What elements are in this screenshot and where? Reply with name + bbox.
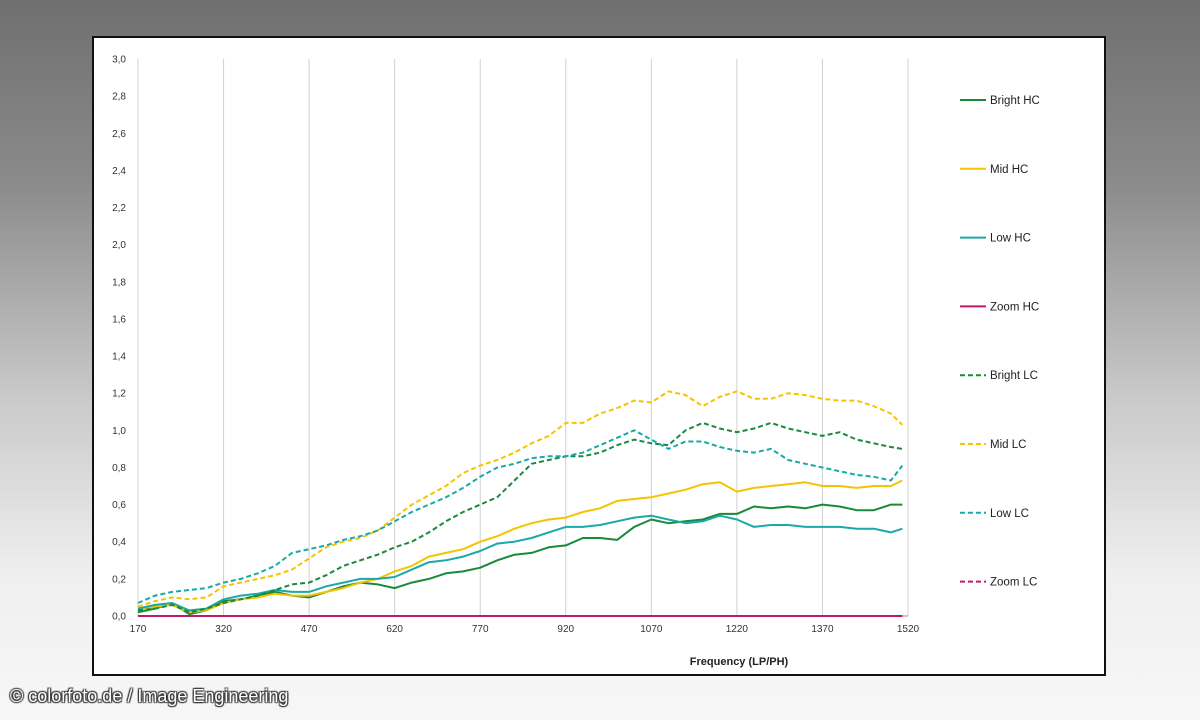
y-tick-label: 2,4 [112,166,126,177]
x-tick-label: 920 [557,624,574,635]
y-tick-label: 2,8 [112,92,126,103]
x-tick-label: 770 [472,624,489,635]
y-tick-label: 1,0 [112,426,126,437]
y-tick-label: 1,2 [112,389,126,400]
x-tick-label: 1070 [640,624,663,635]
image-credit: © colorfoto.de / Image Engineering [10,686,289,706]
y-tick-label: 0,6 [112,500,126,511]
series-line-bright-lc [137,421,903,614]
line-chart: 0,0 0,2 0,4 0,6 0,8 1,0 1,2 1,4 1,6 1,8 2,0 2,2 2,4 2… [112,55,1040,669]
legend-item: Zoom HC [960,301,1039,313]
x-tick-label: 620 [386,624,403,635]
y-tick-label: 3,0 [112,55,126,66]
y-tick-label: 0,8 [112,463,126,474]
y-tick-label: 0,4 [112,537,126,548]
x-tick-label: 470 [301,624,318,635]
y-tick-label: 1,8 [112,277,126,288]
x-axis-label: Frequency (LP/PH) [690,656,789,668]
legend-item: Mid LC [960,439,1026,451]
y-tick-label: 0,0 [112,612,126,623]
legend-label: Zoom LC [990,577,1037,589]
legend-item: Low HC [960,233,1031,245]
y-tick-label: 1,4 [112,352,126,363]
legend-label: Bright HC [990,95,1040,107]
legend-item: Low LC [960,508,1029,520]
legend-item: Bright LC [960,370,1038,382]
legend-item: Zoom LC [960,577,1037,589]
x-tick-label: 1520 [897,624,920,635]
legend-label: Low LC [990,508,1029,520]
x-tick-label: 320 [215,624,232,635]
legend-label: Low HC [990,233,1031,245]
legend-label: Bright LC [990,370,1038,382]
y-axis-ticks: 0,0 0,2 0,4 0,6 0,8 1,0 1,2 1,4 1,6 1,8 2,0 2,2 2,4 2… [112,55,126,623]
legend-label: Zoom HC [990,301,1039,313]
series-line-mid-hc [137,479,903,614]
series-line-low-lc [137,429,904,604]
x-tick-label: 170 [130,624,147,635]
chart-frame: 0,0 0,2 0,4 0,6 0,8 1,0 1,2 1,4 1,6 1,8 2,0 2,2 2,4 2… [92,36,1106,676]
y-tick-label: 2,2 [112,203,126,214]
legend-label: Mid HC [990,164,1028,176]
legend-label: Mid LC [990,439,1026,451]
y-tick-label: 0,2 [112,574,126,585]
y-tick-label: 1,6 [112,314,126,325]
legend-item: Mid HC [960,164,1028,176]
x-tick-label: 1220 [726,624,749,635]
grid-lines [137,59,909,617]
series-line-mid-lc [137,390,904,608]
y-tick-label: 2,0 [112,240,126,251]
series-lines [137,390,904,617]
legend: Bright HC Mid HC Low HC Zoom HC Bright LC Mid… [960,95,1040,589]
legend-item: Bright HC [960,95,1040,107]
y-tick-label: 2,6 [112,129,126,140]
x-tick-label: 1370 [811,624,834,635]
x-axis-ticks: 170 320 470 620 770 920 1070 1220 1370 1520 [130,624,920,635]
